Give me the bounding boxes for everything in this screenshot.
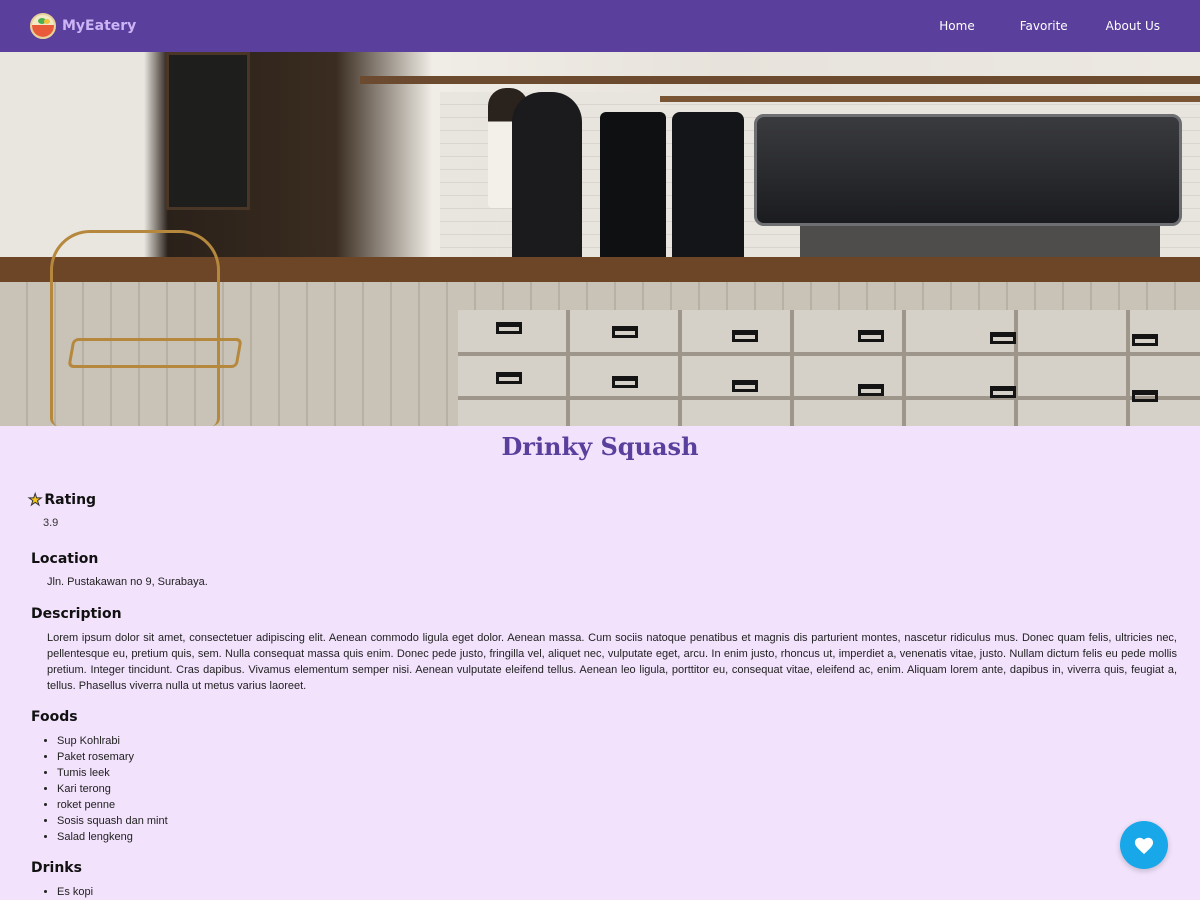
nav-home-link[interactable]: Home <box>939 19 974 33</box>
food-item: Kari terong <box>57 781 168 797</box>
location-value: Jln. Pustakawan no 9, Surabaya. <box>47 576 208 588</box>
food-item: Sup Kohlrabi <box>57 733 168 749</box>
description-heading: Description <box>31 606 122 622</box>
food-item: Sosis squash dan mint <box>57 813 168 829</box>
brand[interactable]: MyEatery <box>30 13 136 39</box>
foods-heading: Foods <box>31 709 78 725</box>
location-heading: Location <box>31 551 99 567</box>
nav-about-link[interactable]: About Us <box>1106 19 1160 33</box>
foods-list: Sup Kohlrabi Paket rosemary Tumis leek K… <box>57 733 168 845</box>
bowl-logo-icon <box>30 13 56 39</box>
nav-links: Home Favorite About Us <box>939 19 1170 33</box>
food-item: Tumis leek <box>57 765 168 781</box>
heart-icon <box>1134 837 1154 855</box>
restaurant-title: Drinky Squash <box>501 432 699 461</box>
drinks-list: Es kopi <box>57 884 93 900</box>
hero-image <box>0 52 1200 426</box>
nav-favorite-link[interactable]: Favorite <box>1020 19 1068 33</box>
drink-item: Es kopi <box>57 884 93 900</box>
brand-name: MyEatery <box>62 18 137 34</box>
rating-value: 3.9 <box>43 517 59 529</box>
favorite-button[interactable] <box>1120 821 1168 869</box>
food-item: Paket rosemary <box>57 749 168 765</box>
food-item: roket penne <box>57 797 168 813</box>
food-item: Salad lengkeng <box>57 829 168 845</box>
rating-heading: ★ Rating <box>27 490 97 509</box>
drinks-heading: Drinks <box>31 860 82 876</box>
star-icon: ★ <box>27 490 43 509</box>
description-text: Lorem ipsum dolor sit amet, consectetuer… <box>47 632 1177 692</box>
navbar: MyEatery Home Favorite About Us <box>0 0 1200 52</box>
rating-label: Rating <box>44 492 97 508</box>
